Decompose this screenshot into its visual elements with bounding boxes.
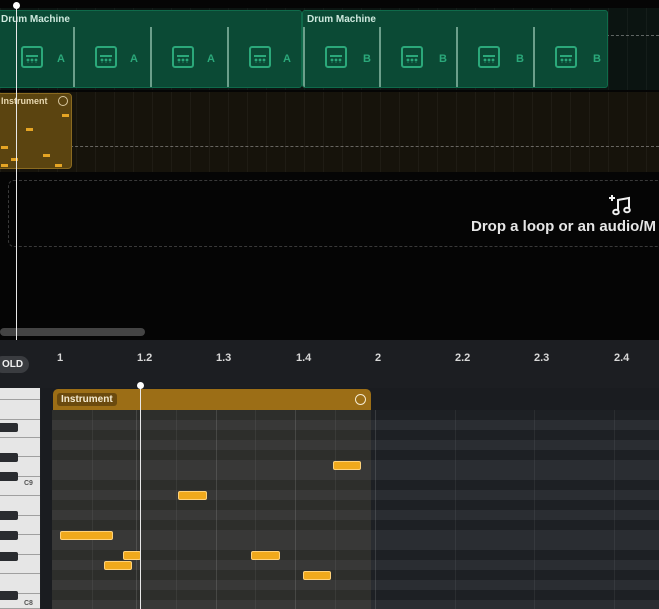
pattern-segment[interactable]: A: [0, 27, 73, 87]
grid-beat-line: [534, 410, 535, 609]
instrument-track-lane[interactable]: [0, 92, 659, 172]
ruler-tick-label: 1.3: [216, 352, 232, 364]
mini-note: [43, 154, 50, 157]
grid-bar-line: [375, 410, 376, 609]
midi-note[interactable]: [104, 561, 132, 570]
drum-pad-icon: [249, 46, 271, 68]
drum-pad-icon: [555, 46, 577, 68]
piano-roll-editor[interactable]: OLD 1 1.2 1.3 1.4 2 2.2 2.3 2.4 C9 C8: [0, 340, 659, 609]
key-label: C8: [24, 600, 33, 607]
grid-beat-line: [136, 410, 137, 609]
midi-note[interactable]: [333, 461, 361, 470]
instrument-clip[interactable]: Instrument: [0, 93, 72, 169]
playhead[interactable]: [16, 5, 17, 340]
mini-note: [1, 146, 8, 149]
playhead-handle[interactable]: [13, 2, 20, 9]
lane-grid: [0, 92, 659, 172]
clip-title: Instrument: [1, 96, 48, 106]
pattern-segment[interactable]: B: [533, 27, 607, 87]
pattern-letter: B: [439, 53, 447, 65]
drop-zone[interactable]: [8, 180, 659, 247]
lane-guide-line: [0, 146, 659, 147]
piano-key-black[interactable]: [0, 423, 18, 432]
add-music-note-icon: [609, 195, 631, 216]
grid-beat-line: [216, 410, 217, 609]
midi-note[interactable]: [251, 551, 280, 560]
clip-title: Drum Machine: [1, 14, 70, 25]
piano-key-black[interactable]: [0, 453, 18, 462]
ruler-tick-label: 1: [57, 352, 64, 364]
piano-key-black[interactable]: [0, 531, 18, 540]
piano-keyboard[interactable]: C9 C8: [0, 388, 41, 609]
piano-key-white[interactable]: [0, 388, 40, 400]
drum-machine-clip[interactable]: Drum Machine A A A A: [0, 10, 302, 88]
pattern-letter: B: [363, 53, 371, 65]
grid-beat-line: [455, 410, 456, 609]
midi-note[interactable]: [303, 571, 331, 580]
pattern-segment[interactable]: B: [303, 27, 379, 87]
grid-beat-line: [176, 410, 177, 609]
grid-beat-line: [92, 410, 93, 609]
mini-note: [26, 128, 33, 131]
loop-icon[interactable]: [355, 394, 366, 405]
drum-machine-clip[interactable]: Drum Machine B B B B: [302, 10, 608, 88]
arrangement-view[interactable]: Drum Machine A A A A Drum Machine B B B …: [0, 0, 659, 340]
pattern-letter: B: [593, 53, 601, 65]
ruler-tick-label: 2.2: [455, 352, 471, 364]
horizontal-scrollbar[interactable]: [0, 328, 145, 336]
playhead-handle[interactable]: [137, 382, 144, 389]
grid-beat-line: [295, 410, 296, 609]
midi-note[interactable]: [60, 531, 113, 540]
pattern-segment[interactable]: B: [379, 27, 456, 87]
pattern-letter: A: [130, 53, 138, 65]
piano-key-white[interactable]: [0, 400, 40, 420]
pattern-letter: A: [57, 53, 65, 65]
piano-key-black[interactable]: [0, 511, 18, 520]
piano-key-black[interactable]: [0, 472, 18, 481]
piano-key-black[interactable]: [0, 552, 18, 561]
piano-key-black[interactable]: [0, 591, 18, 600]
piano-roll-clip-header[interactable]: Instrument: [53, 389, 371, 410]
drum-pad-icon: [401, 46, 423, 68]
clip-title: Drum Machine: [307, 14, 376, 25]
playhead[interactable]: [140, 385, 141, 609]
grid-beat-line: [614, 410, 615, 609]
mini-note: [1, 164, 8, 167]
pattern-letter: A: [283, 53, 291, 65]
note-grid[interactable]: [52, 410, 659, 609]
loop-icon[interactable]: [58, 96, 68, 106]
drum-pad-icon: [478, 46, 500, 68]
drum-pad-icon: [172, 46, 194, 68]
drum-pad-icon: [325, 46, 347, 68]
pattern-segment[interactable]: B: [456, 27, 533, 87]
mini-note: [62, 114, 69, 117]
pattern-letter: B: [516, 53, 524, 65]
key-label: C9: [24, 480, 33, 487]
clip-name-label: Instrument: [57, 393, 117, 406]
drum-pad-icon: [95, 46, 117, 68]
midi-note[interactable]: [178, 491, 207, 500]
grid-beat-line: [335, 410, 336, 609]
pattern-segment[interactable]: A: [227, 27, 301, 87]
ruler-tick-label: 1.4: [296, 352, 312, 364]
drop-zone-text: Drop a loop or an audio/M: [471, 218, 656, 235]
mini-note: [55, 164, 62, 167]
ruler-tick-label: 1.2: [137, 352, 153, 364]
fold-button[interactable]: OLD: [0, 356, 30, 373]
drum-pad-icon: [21, 46, 43, 68]
ruler-tick-label: 2.4: [614, 352, 630, 364]
pattern-letter: A: [207, 53, 215, 65]
timeline-ruler[interactable]: OLD 1 1.2 1.3 1.4 2 2.2 2.3 2.4: [0, 340, 659, 388]
pattern-segment[interactable]: A: [150, 27, 227, 87]
ruler-tick-label: 2.3: [534, 352, 550, 364]
pattern-segment[interactable]: A: [73, 27, 150, 87]
ruler-tick-label: 2: [375, 352, 382, 364]
grid-beat-line: [255, 410, 256, 609]
midi-note[interactable]: [123, 551, 141, 560]
